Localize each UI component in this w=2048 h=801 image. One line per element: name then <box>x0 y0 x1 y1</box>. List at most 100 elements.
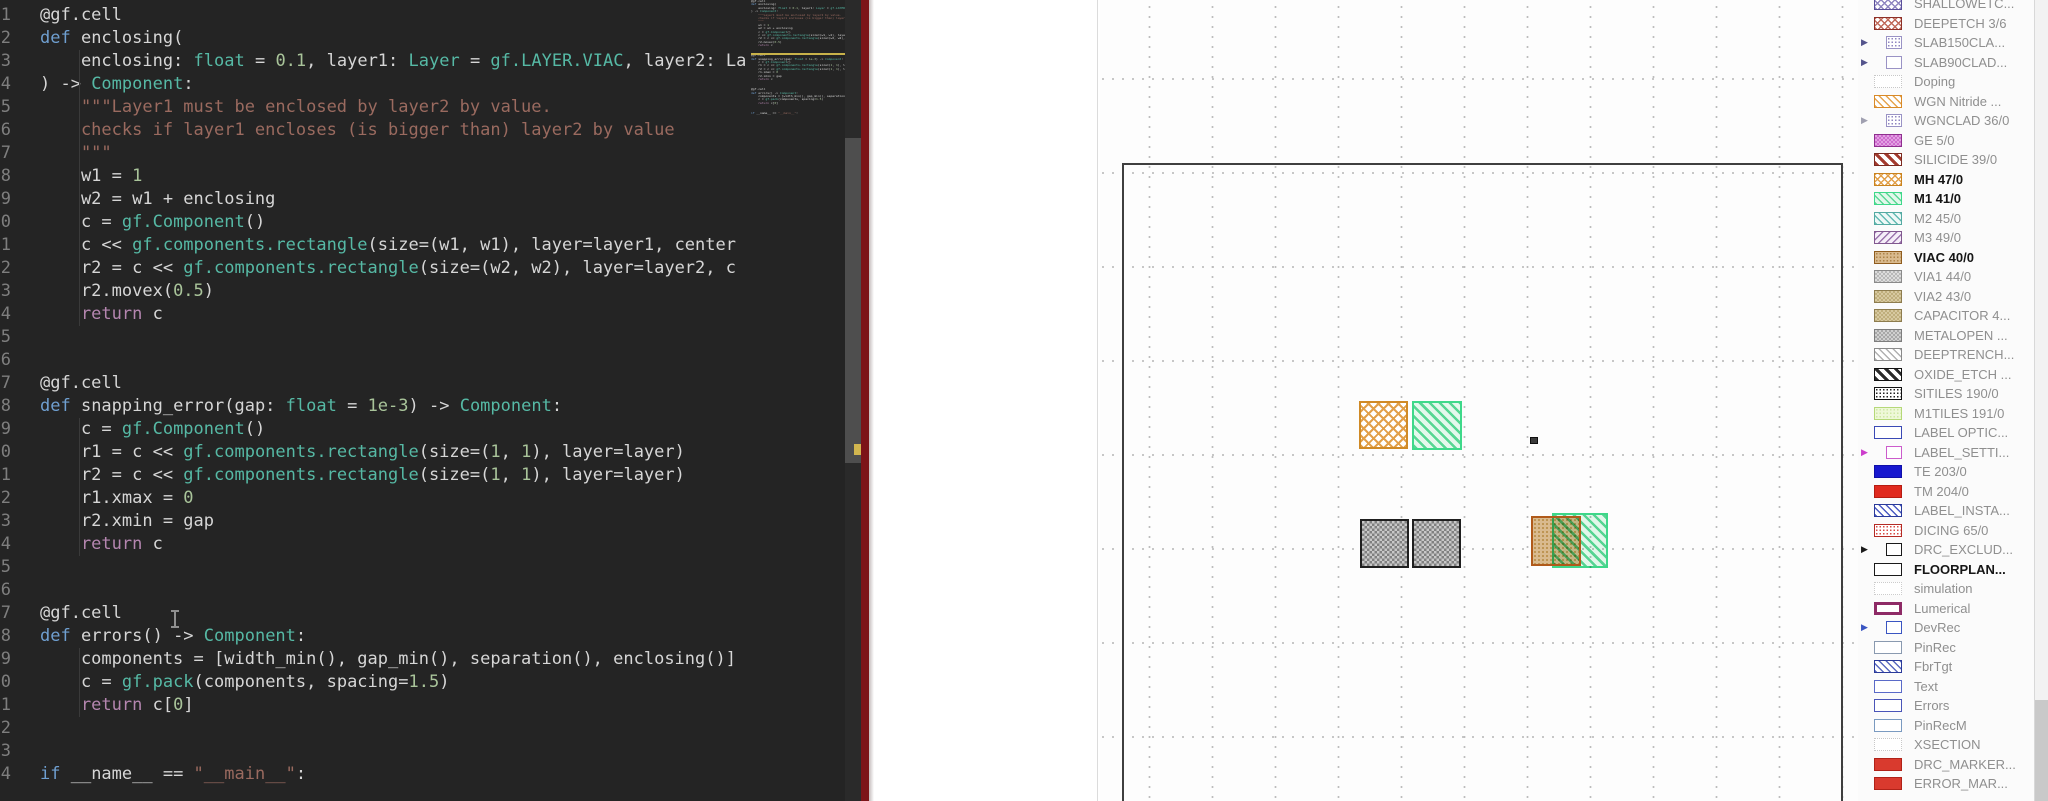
layer-swatch-icon[interactable] <box>1874 524 1902 537</box>
layer-swatch-icon[interactable] <box>1874 758 1902 771</box>
layer-swatch-icon[interactable] <box>1874 75 1902 88</box>
layer-swatch-icon[interactable] <box>1874 719 1902 732</box>
layer-swatch-icon[interactable] <box>1874 368 1902 381</box>
code-line[interactable]: 51 c << gf.components.rectangle(size=(w1… <box>0 234 869 257</box>
code-editor[interactable]: 41@gf.cell42def enclosing(43 enclosing: … <box>0 0 869 801</box>
layer-row[interactable]: M2 45/0 <box>1858 209 2037 229</box>
layer-swatch-icon[interactable] <box>1874 173 1902 186</box>
layer-row[interactable]: M1TILES 191/0 <box>1858 404 2037 424</box>
code-line[interactable]: 46 checks if layer1 encloses (is bigger … <box>0 119 869 142</box>
layer-swatch-icon[interactable] <box>1874 192 1902 205</box>
expand-arrow-icon[interactable]: ▶ <box>1861 448 1874 457</box>
layer-swatch-icon[interactable] <box>1874 329 1902 342</box>
layer-row[interactable]: Errors <box>1858 696 2037 716</box>
code-line[interactable]: 54 return c <box>0 303 869 326</box>
layer-swatch-icon[interactable] <box>1874 407 1902 420</box>
layer-row[interactable]: SILICIDE 39/0 <box>1858 150 2037 170</box>
code-line[interactable]: 43 enclosing: float = 0.1, layer1: Layer… <box>0 50 869 73</box>
layer-row[interactable]: ▶WGNCLAD 36/0 <box>1858 111 2037 131</box>
layer-row[interactable]: SITILES 190/0 <box>1858 384 2037 404</box>
layer-row[interactable]: VIA2 43/0 <box>1858 287 2037 307</box>
layer-swatch-icon[interactable] <box>1874 17 1902 30</box>
layer-row[interactable]: M1 41/0 <box>1858 189 2037 209</box>
code-line[interactable]: 56 <box>0 349 869 372</box>
code-line[interactable]: 57@gf.cell <box>0 372 869 395</box>
code-line[interactable]: 63 r2.xmin = gap <box>0 510 869 533</box>
layer-row[interactable]: PinRecM <box>1858 716 2037 736</box>
layer-swatch-icon[interactable] <box>1874 660 1902 673</box>
layer-row[interactable]: VIA1 44/0 <box>1858 267 2037 287</box>
code-line[interactable]: 60 r1 = c << gf.components.rectangle(siz… <box>0 441 869 464</box>
layer-row[interactable]: ▶SLAB150CLA... <box>1858 33 2037 53</box>
layer-row[interactable]: WGN Nitride ... <box>1858 92 2037 112</box>
layer-swatch-icon[interactable] <box>1874 134 1902 147</box>
layer-swatch-icon[interactable] <box>1874 563 1902 576</box>
expand-arrow-icon[interactable]: ▶ <box>1861 623 1874 632</box>
layer-row[interactable]: FbrTgt <box>1858 657 2037 677</box>
layer-swatch-icon[interactable] <box>1886 446 1902 459</box>
layer-row[interactable]: OXIDE_ETCH ... <box>1858 365 2037 385</box>
code-line[interactable]: 59 c = gf.Component() <box>0 418 869 441</box>
layer-swatch-icon[interactable] <box>1874 602 1902 615</box>
expand-arrow-icon[interactable]: ▶ <box>1861 38 1874 47</box>
code-line[interactable]: 47 """ <box>0 142 869 165</box>
code-line[interactable]: 42def enclosing( <box>0 27 869 50</box>
layer-swatch-icon[interactable] <box>1874 290 1902 303</box>
layer-swatch-icon[interactable] <box>1874 504 1902 517</box>
layer-panel[interactable]: SHALLOWETC...DEEPETCH 3/6▶SLAB150CLA...▶… <box>1858 0 2048 801</box>
layer-swatch-icon[interactable] <box>1874 95 1902 108</box>
layer-row[interactable]: ▶DevRec <box>1858 618 2037 638</box>
code-line[interactable]: 50 c = gf.Component() <box>0 211 869 234</box>
layer-row[interactable]: DICING 65/0 <box>1858 521 2037 541</box>
code-line[interactable]: 61 r2 = c << gf.components.rectangle(siz… <box>0 464 869 487</box>
layer-row[interactable]: ERROR_MAR... <box>1858 774 2037 794</box>
code-line[interactable]: 62 r1.xmax = 0 <box>0 487 869 510</box>
layer-swatch-icon[interactable] <box>1874 777 1902 790</box>
code-line[interactable]: 64 return c <box>0 533 869 556</box>
layer-row[interactable]: ▶SLAB90CLAD... <box>1858 53 2037 73</box>
minimap[interactable]: @gf.celldef enclosing( enclosing: float … <box>751 0 845 128</box>
code-line[interactable]: 44) -> Component: <box>0 73 869 96</box>
code-line[interactable]: 65 <box>0 556 869 579</box>
layer-swatch-icon[interactable] <box>1886 56 1902 69</box>
layer-row[interactable]: PinRec <box>1858 638 2037 658</box>
layer-swatch-icon[interactable] <box>1874 641 1902 654</box>
layer-row[interactable]: Lumerical <box>1858 599 2037 619</box>
layer-list[interactable]: SHALLOWETC...DEEPETCH 3/6▶SLAB150CLA...▶… <box>1858 0 2048 794</box>
code-line[interactable]: 70 c = gf.pack(components, spacing=1.5) <box>0 671 869 694</box>
layer-swatch-icon[interactable] <box>1874 309 1902 322</box>
expand-arrow-icon[interactable]: ▶ <box>1861 116 1874 125</box>
layer-row[interactable]: TE 203/0 <box>1858 462 2037 482</box>
code-line[interactable]: 72 <box>0 717 869 740</box>
code-line[interactable]: 48 w1 = 1 <box>0 165 869 188</box>
layer-row[interactable]: CAPACITOR 4... <box>1858 306 2037 326</box>
layer-swatch-icon[interactable] <box>1874 348 1902 361</box>
layer-swatch-icon[interactable] <box>1874 485 1902 498</box>
layer-swatch-icon[interactable] <box>1874 212 1902 225</box>
layer-row[interactable]: TM 204/0 <box>1858 482 2037 502</box>
layer-swatch-icon[interactable] <box>1874 738 1902 751</box>
layer-row[interactable]: ▶DRC_EXCLUD... <box>1858 540 2037 560</box>
code-line[interactable]: 49 w2 = w1 + enclosing <box>0 188 869 211</box>
layer-row[interactable]: GE 5/0 <box>1858 131 2037 151</box>
code-line[interactable]: 74if __name__ == "__main__": <box>0 763 869 786</box>
layer-swatch-icon[interactable] <box>1874 153 1902 166</box>
layer-swatch-icon[interactable] <box>1874 426 1902 439</box>
layer-row[interactable]: MH 47/0 <box>1858 170 2037 190</box>
layer-row[interactable]: ▶LABEL_SETTI... <box>1858 443 2037 463</box>
layer-swatch-icon[interactable] <box>1886 36 1902 49</box>
code-line[interactable]: 58def snapping_error(gap: float = 1e-3) … <box>0 395 869 418</box>
layer-row[interactable]: VIAC 40/0 <box>1858 248 2037 268</box>
code-line[interactable]: 53 r2.movex(0.5) <box>0 280 869 303</box>
layer-panel-scrollbar-thumb[interactable] <box>2035 700 2048 801</box>
layer-row[interactable]: Doping <box>1858 72 2037 92</box>
code-line[interactable]: 69 components = [width_min(), gap_min(),… <box>0 648 869 671</box>
layer-row[interactable]: XSECTION <box>1858 735 2037 755</box>
layer-row[interactable]: SHALLOWETC... <box>1858 0 2037 14</box>
code-line[interactable]: 52 r2 = c << gf.components.rectangle(siz… <box>0 257 869 280</box>
code-line[interactable]: 66 <box>0 579 869 602</box>
layer-swatch-icon[interactable] <box>1886 543 1902 556</box>
code-line[interactable]: 67@gf.cell <box>0 602 869 625</box>
code-line[interactable]: 71 return c[0] <box>0 694 869 717</box>
layer-row[interactable]: M3 49/0 <box>1858 228 2037 248</box>
